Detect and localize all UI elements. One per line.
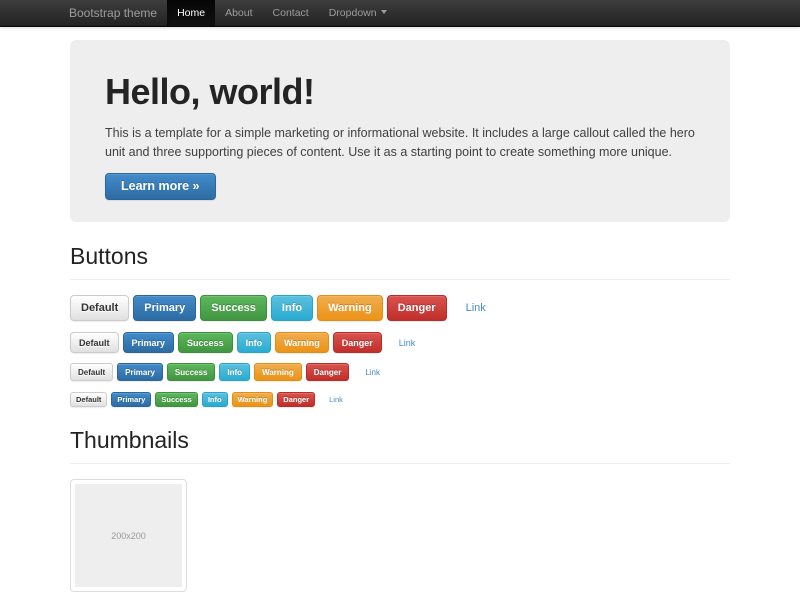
learn-more-button[interactable]: Learn more » [105, 173, 216, 200]
btn-success-lg[interactable]: Success [200, 295, 267, 321]
btn-link-sm[interactable]: Link [358, 363, 387, 381]
btn-info-lg[interactable]: Info [271, 295, 313, 321]
nav-item-about[interactable]: About [215, 0, 262, 26]
buttons-heading: Buttons [70, 243, 730, 270]
btn-primary-xs[interactable]: Primary [111, 392, 151, 407]
btn-info-sm[interactable]: Info [219, 363, 250, 381]
btn-warning-sm[interactable]: Warning [254, 363, 302, 381]
hero-body-text: This is a template for a simple marketin… [105, 124, 717, 162]
chevron-down-icon [381, 10, 387, 14]
navbar-nav: Home About Contact Dropdown [167, 0, 397, 26]
btn-success-md[interactable]: Success [178, 332, 233, 353]
btn-danger-xs[interactable]: Danger [277, 392, 315, 407]
btn-link-lg[interactable]: Link [456, 295, 496, 321]
btn-primary-sm[interactable]: Primary [117, 363, 163, 381]
buttons-section-header: Buttons [70, 243, 730, 280]
btn-default-lg[interactable]: Default [70, 295, 129, 321]
hero-title: Hello, world! [105, 71, 695, 113]
thumbnail-link[interactable]: 200x200 [70, 479, 187, 592]
placeholder-image: 200x200 [75, 484, 182, 587]
button-row-default: DefaultPrimarySuccessInfoWarningDanger Li… [70, 332, 427, 353]
btn-primary-lg[interactable]: Primary [133, 295, 196, 321]
button-row-small: DefaultPrimarySuccessInfoWarningDanger Li… [70, 363, 391, 381]
btn-warning-lg[interactable]: Warning [317, 295, 383, 321]
btn-danger-lg[interactable]: Danger [387, 295, 447, 321]
btn-default-md[interactable]: Default [70, 332, 119, 353]
hero-unit: Hello, world! This is a template for a s… [70, 40, 730, 222]
btn-info-md[interactable]: Info [237, 332, 272, 353]
thumbnails-section-header: Thumbnails [70, 427, 730, 464]
thumbnails-heading: Thumbnails [70, 427, 730, 454]
btn-default-sm[interactable]: Default [70, 363, 113, 381]
navbar-brand[interactable]: Bootstrap theme [69, 0, 157, 26]
navbar-container: Bootstrap theme Home About Contact Dropd… [69, 0, 731, 26]
btn-success-sm[interactable]: Success [167, 363, 215, 381]
btn-success-xs[interactable]: Success [155, 392, 197, 407]
btn-danger-sm[interactable]: Danger [306, 363, 350, 381]
btn-warning-xs[interactable]: Warning [232, 392, 274, 407]
btn-danger-md[interactable]: Danger [333, 332, 382, 353]
btn-link-xs[interactable]: Link [324, 392, 348, 407]
nav-item-contact[interactable]: Contact [263, 0, 319, 26]
top-navbar: Bootstrap theme Home About Contact Dropd… [0, 0, 800, 27]
btn-warning-md[interactable]: Warning [275, 332, 329, 353]
btn-primary-md[interactable]: Primary [123, 332, 175, 353]
button-row-large: DefaultPrimarySuccessInfoWarningDanger Li… [70, 295, 500, 321]
nav-item-dropdown-label: Dropdown [329, 7, 377, 19]
nav-item-dropdown[interactable]: Dropdown [319, 0, 397, 26]
btn-link-md[interactable]: Link [391, 332, 424, 353]
nav-item-home[interactable]: Home [167, 0, 215, 26]
button-row-xsmall: Default Primary Success Info WarningDanger Li… [70, 392, 352, 407]
btn-info-xs[interactable]: Info [202, 392, 228, 407]
btn-default-xs[interactable]: Default [70, 392, 107, 407]
